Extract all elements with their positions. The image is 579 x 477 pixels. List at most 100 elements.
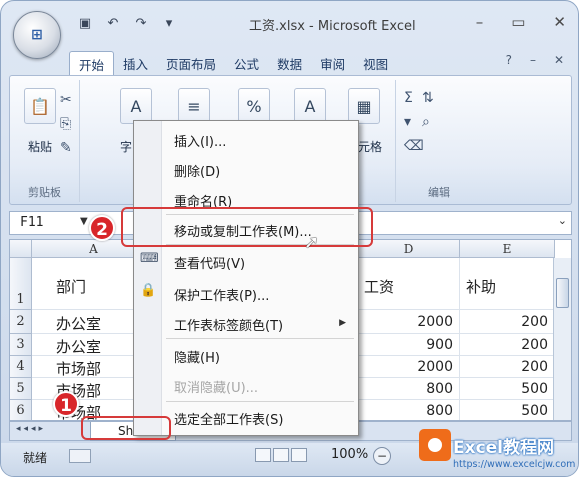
cell-e4[interactable]: 200: [460, 356, 555, 378]
cells-icon[interactable]: ▦: [348, 88, 380, 124]
row-header[interactable]: 2: [10, 310, 32, 334]
macro-record-icon[interactable]: [69, 449, 91, 463]
editing-group: Σ ⇅ ▾ ⌕ ⌫ 编辑: [396, 80, 482, 202]
customize-icon[interactable]: ▾: [159, 16, 179, 31]
menu-item-hide[interactable]: 隐藏(H): [174, 347, 220, 366]
column-header-e[interactable]: E: [460, 240, 555, 258]
excel-window: ⊞ ▣ ↶ ↷ ▾ 工资.xlsx - Microsoft Excel – ▭ …: [0, 0, 579, 477]
percent-icon[interactable]: %: [238, 88, 270, 124]
title-bar: ⊞ ▣ ↶ ↷ ▾ 工资.xlsx - Microsoft Excel – ▭ …: [1, 1, 578, 59]
cell-e5[interactable]: 500: [460, 378, 555, 400]
tab-view[interactable]: 视图: [354, 51, 397, 75]
cell-e1[interactable]: 补助: [460, 258, 555, 310]
sort-filter-icon[interactable]: ⇅: [422, 90, 434, 106]
styles-icon[interactable]: A: [294, 88, 326, 124]
protect-sheet-icon: 🔒: [140, 283, 157, 298]
autosum-icon[interactable]: Σ: [404, 90, 413, 106]
vertical-scrollbar[interactable]: [553, 258, 571, 420]
watermark-brand: Excel教程网: [453, 438, 555, 458]
page-layout-view-icon[interactable]: [273, 448, 289, 462]
row-header[interactable]: 3: [10, 334, 32, 356]
editing-group-label: 编辑: [428, 186, 450, 199]
tab-data[interactable]: 数据: [268, 51, 311, 75]
cell-d1[interactable]: 工资: [358, 258, 460, 310]
cut-icon[interactable]: ✂: [60, 92, 72, 108]
menu-item-insert[interactable]: 插入(I)...: [174, 131, 226, 150]
clear-icon[interactable]: ⌫: [404, 138, 424, 154]
undo-icon[interactable]: ↶: [103, 16, 123, 31]
tab-page-layout[interactable]: 页面布局: [157, 51, 225, 75]
align-icon[interactable]: ≡: [178, 88, 210, 124]
highlight-move-copy: [121, 207, 373, 247]
ribbon-close-button[interactable]: ✕: [554, 53, 564, 67]
tab-insert[interactable]: 插入: [114, 51, 157, 75]
font-color-icon[interactable]: A: [120, 88, 152, 124]
menu-separator: [166, 401, 354, 402]
row-header[interactable]: 4: [10, 356, 32, 378]
name-box-dropdown-icon[interactable]: ▼: [80, 216, 88, 227]
view-buttons: [255, 448, 307, 462]
window-title: 工资.xlsx - Microsoft Excel: [249, 19, 416, 34]
menu-icon-strip: [134, 121, 162, 435]
view-code-icon: ⌨: [140, 251, 159, 266]
cell-d4[interactable]: 2000: [358, 356, 460, 378]
sheet-nav-arrows-icon[interactable]: ◂◂◂▸: [16, 424, 46, 434]
normal-view-icon[interactable]: [255, 448, 271, 462]
minimize-button[interactable]: –: [476, 13, 484, 31]
find-icon[interactable]: ⌕: [422, 114, 430, 130]
paste-icon[interactable]: 📋: [24, 88, 56, 124]
name-box[interactable]: F11: [20, 215, 43, 230]
select-all-corner[interactable]: [10, 240, 32, 258]
scrollbar-thumb[interactable]: [556, 278, 569, 308]
row-header[interactable]: 6: [10, 400, 32, 420]
ribbon-minimize-button[interactable]: –: [530, 53, 536, 67]
fill-icon[interactable]: ▾: [404, 114, 411, 130]
menu-item-delete[interactable]: 删除(D): [174, 161, 220, 180]
column-header-d[interactable]: D: [358, 240, 460, 258]
save-icon[interactable]: ▣: [75, 16, 95, 31]
menu-item-protect[interactable]: 保护工作表(P)...: [174, 285, 269, 304]
cell-e3[interactable]: 200: [460, 334, 555, 356]
copy-icon[interactable]: ⎘: [60, 116, 71, 132]
format-painter-icon[interactable]: ✎: [60, 140, 72, 156]
tab-formulas[interactable]: 公式: [225, 51, 268, 75]
row-header[interactable]: 5: [10, 378, 32, 400]
zoom-level[interactable]: 100%: [331, 447, 368, 462]
window-controls: – ▭ ✕: [476, 13, 566, 31]
sheet-tab-context-menu: 插入(I)... 删除(D) 重命名(R) 移动或复制工作表(M)... ⌨ 查…: [133, 120, 359, 436]
cell-d3[interactable]: 900: [358, 334, 460, 356]
mouse-cursor-icon: ➚: [304, 232, 320, 253]
highlight-sheet-tab: [81, 416, 171, 440]
cell-d5[interactable]: 800: [358, 378, 460, 400]
menu-item-tab-color[interactable]: 工作表标签颜色(T): [174, 315, 283, 334]
expand-formula-icon[interactable]: ⌄: [558, 214, 567, 227]
maximize-button[interactable]: ▭: [511, 13, 525, 31]
close-button[interactable]: ✕: [553, 13, 566, 31]
cell-d2[interactable]: 2000: [358, 310, 460, 334]
tab-review[interactable]: 审阅: [311, 51, 354, 75]
tab-home[interactable]: 开始: [69, 51, 115, 75]
cell-e6[interactable]: 500: [460, 400, 555, 420]
menu-item-view-code[interactable]: 查看代码(V): [174, 253, 245, 272]
status-ready: 就绪: [23, 451, 48, 465]
menu-item-select-all-sheets[interactable]: 选定全部工作表(S): [174, 409, 283, 428]
clipboard-group: 📋 粘贴 ✂ ⎘ ✎ 剪贴板: [10, 80, 80, 202]
office-button[interactable]: ⊞: [13, 11, 61, 59]
help-icon[interactable]: ?: [506, 53, 512, 67]
row-header[interactable]: 1: [10, 258, 32, 310]
ribbon-window-controls: ? – ✕: [506, 53, 564, 67]
ribbon-tabs: 开始 插入 页面布局 公式 数据 审阅 视图: [69, 51, 397, 75]
menu-separator: [166, 338, 354, 339]
watermark-logo-icon: [419, 429, 451, 461]
cell-e2[interactable]: 200: [460, 310, 555, 334]
cell-d6[interactable]: 800: [358, 400, 460, 420]
paste-label[interactable]: 粘贴: [28, 138, 52, 155]
office-logo-icon: ⊞: [31, 27, 43, 43]
page-break-view-icon[interactable]: [291, 448, 307, 462]
zoom-out-icon[interactable]: −: [373, 447, 391, 465]
redo-icon[interactable]: ↷: [131, 16, 151, 31]
watermark-url: https://www.excelcjw.com: [453, 459, 576, 470]
clipboard-group-label: 剪贴板: [28, 186, 61, 199]
menu-item-unhide: 取消隐藏(U)...: [174, 381, 259, 396]
cells-group-label: 元格: [358, 140, 383, 154]
